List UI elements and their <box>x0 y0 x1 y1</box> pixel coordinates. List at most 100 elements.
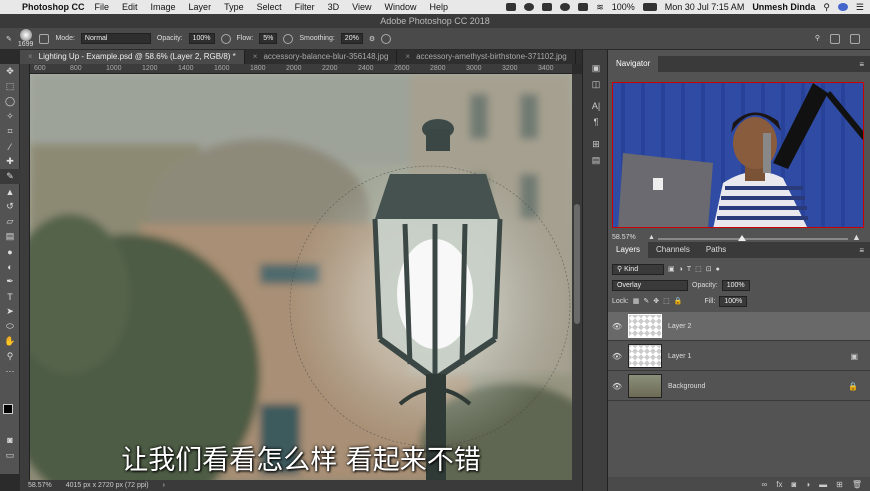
tray-icon[interactable] <box>560 3 571 11</box>
filter-shape-icon[interactable]: ⬚ <box>695 265 702 273</box>
smoothing-field[interactable]: 20% <box>340 33 363 44</box>
filter-adjustment-icon[interactable]: ◑ <box>679 266 683 273</box>
close-icon[interactable]: × <box>253 50 258 64</box>
more-tools-icon[interactable]: ⋯ <box>0 364 20 379</box>
zoom-out-icon[interactable]: ▲ <box>648 234 655 241</box>
menu-type[interactable]: Type <box>224 2 244 12</box>
lock-artboard-icon[interactable]: ⬚ <box>663 297 670 305</box>
tab-balance-blur[interactable]: × accessory-balance-blur-356148.jpg <box>245 50 398 64</box>
search-icon[interactable]: ⚲ <box>815 34 820 44</box>
lock-position-icon[interactable]: ✥ <box>653 297 659 305</box>
menu-filter[interactable]: Filter <box>295 2 315 12</box>
menu-help[interactable]: Help <box>429 2 448 12</box>
navigator-zoom-value[interactable]: 58.57% <box>612 234 636 241</box>
add-mask-icon[interactable]: ◙ <box>791 480 796 489</box>
tray-icon[interactable] <box>578 3 589 11</box>
menu-layer[interactable]: Layer <box>189 2 212 12</box>
brush-tool-icon[interactable]: ✎ <box>0 169 20 184</box>
tray-icon[interactable] <box>542 3 553 11</box>
workspace-icon[interactable] <box>830 33 840 44</box>
layer-row-background[interactable]: 👁 Background 🔒 <box>608 372 870 401</box>
menu-select[interactable]: Select <box>257 2 282 12</box>
trash-icon[interactable]: 🗑 <box>852 480 862 489</box>
scroll-thumb[interactable] <box>574 204 580 324</box>
shape-tool-icon[interactable]: ⬭ <box>0 319 20 334</box>
lock-all-icon[interactable]: 🔒 <box>674 297 683 305</box>
foreground-color-swatch[interactable] <box>3 404 13 414</box>
tab-layers[interactable]: Layers <box>608 242 649 258</box>
layer-name[interactable]: Background <box>668 383 705 390</box>
tab-lighting-up[interactable]: × Lighting Up - Example.psd @ 58.6% (Lay… <box>20 50 245 64</box>
brush-tool-icon[interactable]: ✎ <box>6 35 12 43</box>
path-select-tool-icon[interactable]: ➤ <box>0 304 20 319</box>
menu-image[interactable]: Image <box>151 2 176 12</box>
properties-panel-icon[interactable]: ◫ <box>583 76 609 92</box>
screen-mode-icon[interactable]: ▭ <box>0 448 20 463</box>
panel-menu-icon[interactable]: ≡ <box>859 246 864 255</box>
fill-field[interactable]: 100% <box>719 295 748 307</box>
flow-field[interactable]: 5% <box>259 33 278 44</box>
zoom-tool-icon[interactable]: ⚲ <box>0 349 20 364</box>
navigator-zoom-slider[interactable] <box>658 235 848 241</box>
app-menu[interactable]: Photoshop CC <box>22 2 85 12</box>
tray-icon[interactable] <box>524 3 535 11</box>
filter-smart-object-icon[interactable]: ⊡ <box>706 265 712 273</box>
canvas-vertical-scrollbar[interactable] <box>572 74 582 480</box>
menu-file[interactable]: File <box>95 2 110 12</box>
new-group-icon[interactable]: ▬ <box>819 480 827 489</box>
filter-kind-select[interactable]: ⚲ Kind <box>612 263 664 275</box>
filter-pixel-icon[interactable]: ▣ <box>668 265 675 273</box>
opacity-field[interactable]: 100% <box>188 33 215 44</box>
menu-3d[interactable]: 3D <box>328 2 340 12</box>
lasso-tool-icon[interactable]: ◯ <box>0 94 20 109</box>
pressure-opacity-icon[interactable] <box>220 33 231 44</box>
layer-row-layer-1[interactable]: 👁 Layer 1 ▣ <box>608 342 870 371</box>
brush-preset-picker[interactable]: 1699 <box>18 29 33 48</box>
libraries-panel-icon[interactable]: ▤ <box>583 152 609 168</box>
type-tool-icon[interactable]: T <box>0 289 20 304</box>
share-icon[interactable] <box>850 33 860 44</box>
menu-edit[interactable]: Edit <box>122 2 138 12</box>
quick-mask-icon[interactable]: ◙ <box>0 432 20 447</box>
layer-name[interactable]: Layer 1 <box>668 353 691 360</box>
layer-opacity-field[interactable]: 100% <box>721 279 750 291</box>
battery-icon[interactable] <box>642 3 657 11</box>
filter-toggle-icon[interactable]: ● <box>716 266 720 273</box>
tab-amethyst[interactable]: × accessory-amethyst-birthstone-371102.j… <box>397 50 576 64</box>
paragraph-panel-icon[interactable]: ¶ <box>583 114 609 130</box>
history-panel-icon[interactable]: ▣ <box>583 60 609 76</box>
siri-icon[interactable] <box>837 3 848 11</box>
lock-icon[interactable]: 🔒 <box>848 382 858 391</box>
hand-tool-icon[interactable]: ✋ <box>0 334 20 349</box>
tab-navigator[interactable]: Navigator <box>608 56 659 72</box>
user-menu[interactable]: Unmesh Dinda <box>752 2 815 12</box>
quick-select-tool-icon[interactable]: ✧ <box>0 109 20 124</box>
document-canvas[interactable] <box>30 74 572 480</box>
move-tool-icon[interactable]: ✥ <box>0 64 20 79</box>
tray-icon[interactable] <box>506 3 517 11</box>
lock-transparency-icon[interactable]: ▦ <box>633 297 640 305</box>
visibility-eye-icon[interactable]: 👁 <box>608 382 626 391</box>
new-layer-icon[interactable]: ⊞ <box>836 480 843 489</box>
status-arrow-icon[interactable]: › <box>163 482 165 489</box>
blend-mode-select[interactable]: Overlay <box>612 279 688 291</box>
layer-row-layer-2[interactable]: 👁 Layer 2 <box>608 312 870 341</box>
status-zoom[interactable]: 58.57% <box>28 482 52 489</box>
tab-channels[interactable]: Channels <box>648 242 698 258</box>
visibility-eye-icon[interactable]: 👁 <box>608 322 626 331</box>
link-layers-icon[interactable]: ∞ <box>762 480 768 489</box>
blur-tool-icon[interactable]: ● <box>0 244 20 259</box>
wifi-icon[interactable]: ≋ <box>596 2 604 13</box>
stamp-tool-icon[interactable]: ▲ <box>0 184 20 199</box>
notification-center-icon[interactable]: ☰ <box>856 2 864 13</box>
zoom-in-icon[interactable]: ▲ <box>852 232 861 242</box>
healing-tool-icon[interactable]: ✚ <box>0 154 20 169</box>
glyphs-panel-icon[interactable]: ⊞ <box>583 136 609 152</box>
close-icon[interactable]: × <box>405 50 410 64</box>
layer-name[interactable]: Layer 2 <box>668 323 691 330</box>
pressure-size-icon[interactable] <box>381 33 392 44</box>
pen-tool-icon[interactable]: ✒ <box>0 274 20 289</box>
filter-type-icon[interactable]: T <box>687 266 691 273</box>
menu-window[interactable]: Window <box>384 2 416 12</box>
mode-select[interactable]: Normal <box>80 33 151 44</box>
